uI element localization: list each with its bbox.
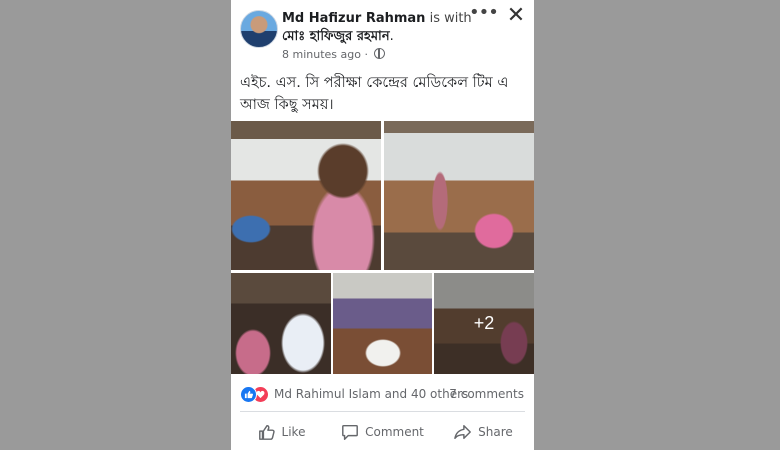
- post-header: Md Hafizur Rahman is with মোঃ হাফিজুর রহ…: [231, 0, 534, 66]
- post-meta: 8 minutes ago ·: [282, 48, 386, 61]
- post-photo-4[interactable]: [333, 273, 432, 374]
- author-name[interactable]: Md Hafizur Rahman: [282, 11, 425, 26]
- like-reaction-icon: [240, 385, 257, 403]
- reactions-text: Md Rahimul Islam and 40 others: [274, 387, 469, 401]
- post-caption: এইচ. এস. সি পরীক্ষা কেন্দ্রের মেডিকেল টি…: [240, 75, 509, 113]
- comment-icon: [342, 424, 359, 440]
- tagged-suffix: .: [389, 29, 394, 44]
- author-avatar[interactable]: [240, 10, 278, 48]
- share-label: Share: [478, 425, 513, 439]
- more-options-icon[interactable]: •••: [469, 4, 499, 26]
- more-photos-count[interactable]: +2: [434, 273, 534, 374]
- with-text: is with: [429, 11, 472, 26]
- post-photo-3[interactable]: [231, 273, 331, 374]
- post-time[interactable]: 8 minutes ago: [282, 48, 361, 61]
- comments-count[interactable]: 7 comments: [449, 387, 524, 401]
- tagged-line: মোঃ হাফিজুর রহমান.: [282, 28, 502, 46]
- facebook-post-card: Md Hafizur Rahman is with মোঃ হাফিজুর রহ…: [231, 0, 534, 450]
- divider: [240, 411, 525, 412]
- like-icon: [258, 424, 275, 440]
- like-label: Like: [281, 425, 306, 439]
- globe-icon: [374, 48, 386, 59]
- reactions-summary[interactable]: Md Rahimul Islam and 40 others: [240, 385, 468, 403]
- post-photo-5[interactable]: +2: [434, 273, 534, 374]
- post-photo-2[interactable]: [384, 121, 534, 270]
- tagged-name[interactable]: মোঃ হাফিজুর রহমান: [282, 29, 390, 44]
- post-actions: Like Comment Share: [231, 418, 534, 446]
- close-icon[interactable]: ✕: [505, 5, 527, 27]
- comment-button[interactable]: Comment: [332, 418, 433, 446]
- like-button[interactable]: Like: [231, 418, 332, 446]
- post-photo-1[interactable]: [231, 121, 381, 270]
- share-icon: [454, 424, 472, 440]
- comment-label: Comment: [365, 425, 424, 439]
- share-button[interactable]: Share: [433, 418, 534, 446]
